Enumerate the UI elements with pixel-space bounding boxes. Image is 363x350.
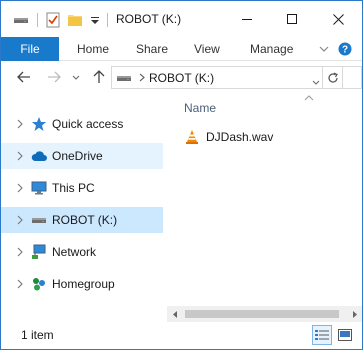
nav-item-network[interactable]: Network	[1, 239, 163, 265]
drive-icon	[32, 218, 46, 223]
nav-label: OneDrive	[52, 149, 103, 163]
file-name: DJDash.wav	[206, 130, 274, 144]
chevron-left-icon	[172, 310, 177, 318]
address-path[interactable]: ROBOT (K:)	[149, 71, 214, 85]
nav-item-homegroup[interactable]: Homegroup	[1, 271, 163, 297]
star-icon	[32, 117, 46, 131]
ribbon-tabs: File Home Share View Manage ?	[1, 37, 362, 61]
navigation-pane: Quick access OneDrive This PC ROBOT (K:)…	[1, 97, 165, 321]
help-button[interactable]: ?	[338, 37, 352, 61]
vlc-cone-icon	[186, 130, 198, 144]
cloud-icon	[31, 151, 47, 161]
drive-icon[interactable]	[13, 12, 29, 28]
tab-file[interactable]: File	[1, 37, 59, 61]
network-icon	[32, 244, 46, 259]
nav-item-this-pc[interactable]: This PC	[1, 175, 163, 201]
chevron-down-icon	[72, 75, 80, 80]
close-button[interactable]	[315, 1, 361, 37]
status-bar: 1 item	[1, 322, 362, 349]
window-title: ROBOT (K:)	[116, 12, 182, 26]
chevron-right-icon[interactable]	[15, 278, 25, 290]
address-dropdown-button[interactable]	[312, 74, 320, 88]
chevron-right-icon[interactable]	[15, 182, 25, 194]
chevron-right-icon	[352, 310, 357, 318]
separator	[107, 13, 108, 27]
file-list-pane: Name DJDash.wav	[167, 92, 362, 322]
sort-ascending-icon	[304, 95, 314, 101]
nav-label: Homegroup	[52, 277, 115, 291]
chevron-down-icon	[312, 80, 320, 85]
list-item[interactable]: DJDash.wav	[184, 128, 273, 146]
customize-dropdown-icon[interactable]	[89, 12, 101, 28]
arrow-up-icon	[93, 70, 105, 83]
maximize-button[interactable]	[269, 1, 315, 37]
drive-icon	[116, 70, 132, 86]
scroll-right-button[interactable]	[346, 306, 362, 322]
separator	[37, 13, 38, 27]
minimize-icon	[242, 18, 252, 20]
chevron-right-icon[interactable]	[15, 118, 25, 130]
tab-home[interactable]: Home	[77, 37, 109, 61]
nav-item-robot-drive[interactable]: ROBOT (K:)	[1, 207, 163, 233]
nav-label: Network	[52, 245, 97, 259]
properties-icon[interactable]	[45, 12, 61, 28]
chevron-down-icon	[319, 46, 329, 52]
forward-button[interactable]	[45, 68, 63, 86]
navigation-bar: ROBOT (K:)	[1, 62, 362, 92]
nav-label: This PC	[52, 181, 95, 195]
chevron-right-icon[interactable]	[15, 214, 25, 226]
tab-manage[interactable]: Manage	[250, 37, 293, 61]
expand-ribbon-button[interactable]	[319, 37, 329, 61]
new-folder-icon[interactable]	[67, 12, 83, 28]
tab-share[interactable]: Share	[136, 37, 168, 61]
help-icon: ?	[338, 42, 352, 56]
back-button[interactable]	[15, 68, 33, 86]
nav-item-onedrive[interactable]: OneDrive	[1, 143, 163, 169]
tab-view[interactable]: View	[194, 37, 220, 61]
nav-label: Quick access	[52, 117, 124, 131]
horizontal-scrollbar[interactable]	[167, 306, 362, 322]
large-icons-view-button[interactable]	[335, 325, 355, 345]
chevron-right-icon[interactable]	[139, 71, 145, 85]
arrow-left-icon	[17, 71, 30, 83]
details-view-icon	[315, 330, 329, 340]
up-button[interactable]	[90, 68, 108, 86]
homegroup-icon	[33, 278, 45, 291]
svg-text:?: ?	[342, 45, 348, 56]
minimize-button[interactable]	[224, 1, 270, 37]
explorer-window: ROBOT (K:) File Home Share View Manage ?	[0, 0, 363, 350]
item-count: 1 item	[21, 328, 54, 342]
chevron-right-icon[interactable]	[15, 246, 25, 258]
address-bar[interactable]: ROBOT (K:)	[111, 66, 343, 89]
quick-access-toolbar	[13, 11, 108, 29]
details-view-button[interactable]	[312, 325, 332, 345]
close-icon	[332, 13, 344, 25]
nav-item-quick-access[interactable]: Quick access	[1, 111, 163, 137]
nav-label: ROBOT (K:)	[52, 213, 118, 227]
recent-locations-button[interactable]	[67, 68, 85, 86]
refresh-icon	[328, 71, 338, 83]
column-header-name[interactable]: Name	[184, 101, 216, 115]
search-input[interactable]	[343, 66, 362, 89]
scrollbar-thumb[interactable]	[185, 310, 339, 318]
chevron-right-icon[interactable]	[15, 150, 25, 162]
computer-icon	[31, 181, 47, 195]
scroll-left-button[interactable]	[167, 306, 183, 322]
large-icons-view-icon	[338, 329, 352, 341]
refresh-button[interactable]	[322, 66, 343, 89]
arrow-right-icon	[48, 71, 61, 83]
title-bar: ROBOT (K:)	[1, 1, 362, 37]
maximize-icon	[287, 14, 297, 24]
